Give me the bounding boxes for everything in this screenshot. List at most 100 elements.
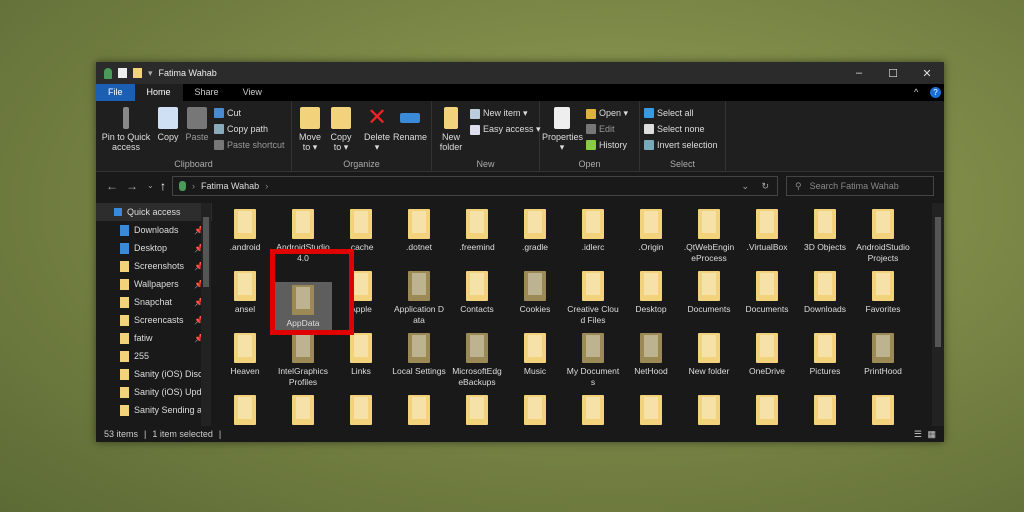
select-all-button[interactable]: Select all [644, 108, 694, 118]
folder-item[interactable] [506, 395, 564, 426]
folder-item[interactable]: .dotnet [390, 209, 448, 253]
folder-item[interactable] [390, 395, 448, 426]
close-button[interactable]: ✕ [910, 62, 944, 84]
paste-shortcut-button[interactable]: Paste shortcut [214, 140, 285, 150]
folder-item[interactable]: New folder [680, 333, 738, 377]
folder-item[interactable] [564, 395, 622, 426]
address-input[interactable]: › Fatima Wahab › ⌄ ↻ [172, 176, 778, 196]
collapse-ribbon-icon[interactable]: ^ [914, 84, 918, 101]
select-none-button[interactable]: Select none [644, 124, 705, 134]
new-item-button[interactable]: New item ▾ [470, 108, 528, 119]
breadcrumb-fatima-wahab[interactable]: Fatima Wahab [201, 181, 259, 191]
delete-button[interactable]: ✕ Delete ▾ [362, 106, 392, 153]
folder-item[interactable]: Documents [680, 271, 738, 315]
folder-item[interactable]: OneDrive [738, 333, 796, 377]
rename-button[interactable]: Rename [392, 107, 428, 142]
folder-item[interactable]: .android [216, 209, 274, 253]
properties-quick-icon[interactable] [118, 68, 127, 78]
tab-file[interactable]: File [96, 84, 135, 101]
tab-view[interactable]: View [231, 84, 274, 101]
sidebar-item[interactable]: Screencasts 📌 [96, 311, 212, 329]
folder-item[interactable]: .QtWebEngineProcess [680, 209, 738, 264]
folder-item[interactable] [448, 395, 506, 426]
properties-button[interactable]: Properties ▾ [542, 107, 583, 152]
folder-quick-icon[interactable] [133, 68, 142, 78]
sidebar-item[interactable]: Desktop 📌 [96, 239, 212, 257]
cut-button[interactable]: Cut [214, 108, 241, 118]
history-button[interactable]: History [586, 140, 627, 150]
folder-item[interactable] [854, 395, 912, 426]
folder-item[interactable]: .freemind [448, 209, 506, 253]
sidebar-item[interactable]: Quick access [96, 203, 212, 221]
recent-locations-icon[interactable]: ⌄ [147, 181, 154, 190]
folder-item[interactable]: .idlerc [564, 209, 622, 253]
easy-access-button[interactable]: Easy access ▾ [470, 124, 541, 135]
folder-item[interactable]: Application Data [390, 271, 448, 326]
folder-item[interactable]: AndroidStudioProjects [854, 209, 912, 264]
folder-item[interactable]: PrintHood [854, 333, 912, 377]
tab-share[interactable]: Share [183, 84, 231, 101]
move-to-button[interactable]: Move to ▾ [296, 107, 324, 152]
folder-item[interactable]: Documents [738, 271, 796, 315]
sidebar-item[interactable]: Sanity (iOS) Upd [96, 383, 212, 401]
folder-item[interactable]: Music [506, 333, 564, 377]
folder-item[interactable]: .gradle [506, 209, 564, 253]
folder-item[interactable]: ansel [216, 271, 274, 315]
sidebar-item[interactable]: Snapchat 📌 [96, 293, 212, 311]
paste-button[interactable]: Paste [184, 107, 210, 142]
sidebar-item[interactable]: 255 [96, 347, 212, 365]
folder-item[interactable]: Links [332, 333, 390, 377]
help-icon[interactable]: ? [930, 87, 941, 98]
folder-item[interactable]: .cache [332, 209, 390, 253]
sidebar-item[interactable]: Wallpapers 📌 [96, 275, 212, 293]
refresh-icon[interactable]: ↻ [761, 181, 769, 192]
back-icon[interactable]: ← [106, 179, 118, 193]
folder-item[interactable]: 3D Objects [796, 209, 854, 253]
sidebar-item[interactable]: Sanity Sending a [96, 401, 212, 419]
folder-item[interactable]: .Origin [622, 209, 680, 253]
content-scrollbar[interactable] [932, 203, 944, 426]
address-dropdown-icon[interactable]: ⌄ [741, 181, 749, 192]
folder-item[interactable]: Heaven [216, 333, 274, 377]
folder-item[interactable]: Local Settings [390, 333, 448, 377]
maximize-button[interactable]: ☐ [876, 62, 910, 84]
folder-item[interactable] [274, 395, 332, 426]
folder-item[interactable]: MicrosoftEdgeBackups [448, 333, 506, 388]
folder-item[interactable]: IntelGraphicsProfiles [274, 333, 332, 388]
copy-path-button[interactable]: Copy path [214, 124, 268, 134]
copy-button[interactable]: Copy [154, 107, 182, 142]
customize-toolbar-icon[interactable]: ▾ [148, 68, 153, 79]
folder-item[interactable] [738, 395, 796, 426]
folder-item[interactable]: Pictures [796, 333, 854, 377]
folder-item[interactable] [680, 395, 738, 426]
folder-item[interactable] [216, 395, 274, 426]
open-button[interactable]: Open ▾ [586, 108, 628, 119]
search-input[interactable]: ⚲ Search Fatima Wahab [786, 176, 934, 196]
folder-item[interactable]: Cookies [506, 271, 564, 315]
sidebar-item[interactable]: Sanity (iOS) Disc [96, 365, 212, 383]
new-folder-button[interactable]: New folder [436, 107, 466, 152]
folder-item[interactable]: Favorites [854, 271, 912, 315]
pin-to-quick-access-button[interactable]: Pin to Quick access [100, 107, 152, 152]
sidebar-scrollbar[interactable] [201, 203, 211, 426]
tab-home[interactable]: Home [134, 84, 183, 101]
folder-item[interactable]: Desktop [622, 271, 680, 315]
folder-item[interactable] [332, 395, 390, 426]
folder-item[interactable] [796, 395, 854, 426]
forward-icon[interactable]: → [126, 179, 138, 193]
up-icon[interactable]: ↑ [160, 179, 166, 193]
folder-item[interactable]: NetHood [622, 333, 680, 377]
sidebar-item[interactable]: fatiw 📌 [96, 329, 212, 347]
folder-item[interactable]: .VirtualBox [738, 209, 796, 253]
minimize-button[interactable]: – [842, 62, 876, 84]
folder-item[interactable]: Downloads [796, 271, 854, 315]
sidebar-item[interactable]: Screenshots 📌 [96, 257, 212, 275]
sidebar-item[interactable]: Downloads 📌 [96, 221, 212, 239]
folder-item[interactable]: Contacts [448, 271, 506, 315]
folder-item[interactable]: My Documents [564, 333, 622, 388]
details-view-icon[interactable]: ☰ [914, 429, 922, 440]
folder-item[interactable]: Creative Cloud Files [564, 271, 622, 326]
folder-item[interactable] [622, 395, 680, 426]
large-icons-view-icon[interactable]: ▦ [927, 429, 936, 440]
copy-to-button[interactable]: Copy to ▾ [326, 107, 356, 152]
